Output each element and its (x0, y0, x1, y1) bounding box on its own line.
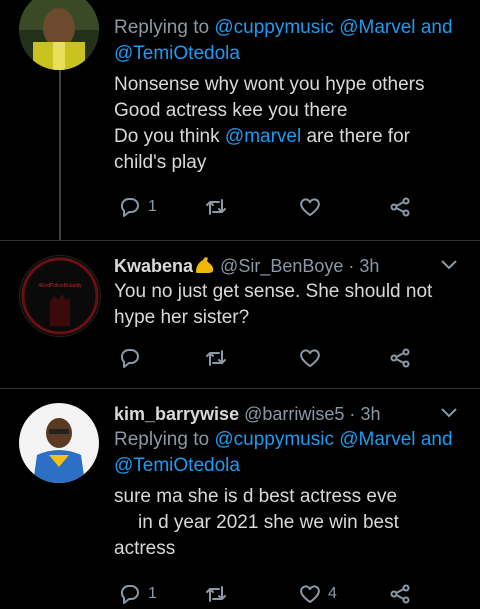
retweet-icon (206, 350, 226, 366)
display-name[interactable]: Kwabena (114, 256, 193, 276)
user-handle[interactable]: @Sir_BenBoye (220, 256, 343, 276)
retweet-button[interactable] (204, 343, 228, 373)
reply-count: 1 (148, 198, 157, 215)
retweet-button[interactable] (204, 192, 228, 222)
like-icon (300, 585, 320, 603)
tweet-text: sure ma she is d best actress eve in d y… (114, 486, 399, 559)
mention-link[interactable]: @cuppymusic @Marvel (214, 429, 415, 450)
tweet-text: You no just get sense. She should not hy… (114, 281, 433, 328)
share-button[interactable] (388, 343, 412, 373)
display-name[interactable]: kim_barrywise (114, 404, 239, 424)
flexed-biceps-emoji (193, 255, 215, 275)
reply-button[interactable]: 1 (118, 192, 157, 222)
action-bar: 1 (114, 192, 424, 222)
tweet-header: kim_barrywise @barriwise5 · 3h (114, 404, 381, 424)
like-icon (300, 349, 320, 367)
retweet-icon (206, 586, 226, 602)
tweet-2[interactable]: #EndPoliceBrutality Kwabena @Sir_BenBoye… (0, 241, 480, 387)
retweet-button[interactable] (204, 579, 228, 609)
replying-to: Replying to @cuppymusic @Marvel and @Tem… (114, 429, 453, 476)
reply-icon (120, 198, 139, 217)
like-button[interactable]: 4 (298, 579, 337, 609)
mention-link[interactable]: @cuppymusic @Marvel (214, 17, 415, 38)
action-bar: 1 4 (114, 579, 424, 609)
thread-line (59, 70, 61, 240)
reply-count: 1 (148, 585, 157, 602)
chevron-down-icon (441, 408, 457, 418)
tweet-3[interactable]: kim_barrywise @barriwise5 · 3h Replying … (0, 389, 480, 604)
share-button[interactable] (388, 579, 412, 609)
timestamp[interactable]: 3h (360, 404, 380, 424)
share-icon (390, 584, 410, 604)
timestamp[interactable]: 3h (359, 256, 379, 276)
share-icon (390, 348, 410, 368)
reply-icon (120, 349, 139, 368)
reply-button[interactable] (118, 343, 142, 373)
share-button[interactable] (388, 192, 412, 222)
like-button[interactable] (298, 343, 322, 373)
avatar[interactable]: #EndPoliceBrutality (19, 255, 101, 337)
mention-link[interactable]: @marvel (225, 126, 301, 147)
replying-to: Replying to @cuppymusic @Marvel and @Tem… (114, 17, 453, 64)
more-options-button[interactable] (440, 255, 458, 273)
like-button[interactable] (298, 192, 322, 222)
retweet-icon (206, 199, 226, 215)
tweet-header: Kwabena @Sir_BenBoye · 3h (114, 255, 380, 276)
reply-button[interactable]: 1 (118, 579, 157, 609)
avatar[interactable] (19, 403, 99, 483)
mention-link[interactable]: @TemiOtedola (114, 43, 240, 64)
tweet-1[interactable]: Replying to @cuppymusic @Marvel and @Tem… (0, 0, 480, 240)
share-icon (390, 197, 410, 217)
more-options-button[interactable] (440, 403, 458, 421)
user-handle[interactable]: @barriwise5 (244, 404, 344, 424)
like-count: 4 (328, 585, 337, 602)
avatar-caption: #EndPoliceBrutality (38, 283, 82, 289)
mention-link[interactable]: @TemiOtedola (114, 455, 240, 476)
chevron-down-icon (441, 260, 457, 270)
action-bar (114, 343, 424, 373)
like-icon (300, 198, 320, 216)
reply-icon (120, 585, 139, 604)
avatar[interactable] (19, 0, 99, 70)
tweet-text: Nonsense why wont you hype others Good a… (114, 74, 425, 173)
